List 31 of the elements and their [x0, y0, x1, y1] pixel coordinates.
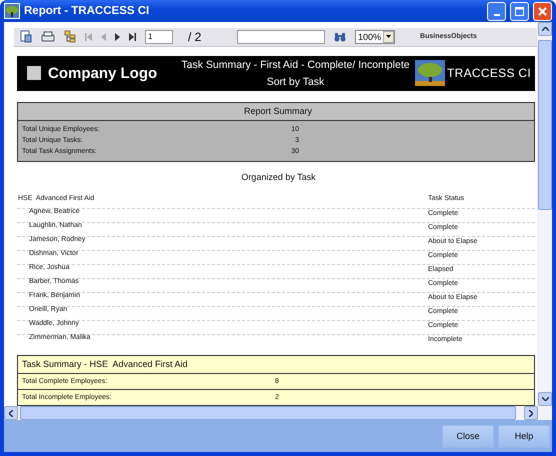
zoom-dropdown[interactable]: 100% — [355, 30, 396, 44]
binoculars-icon[interactable] — [334, 32, 346, 42]
vertical-scrollbar[interactable] — [537, 22, 552, 406]
maximize-icon — [515, 6, 524, 16]
close-button[interactable] — [533, 2, 552, 20]
window-title: Report - TRACCESS CI — [24, 5, 150, 17]
tree-photo — [415, 60, 446, 86]
logo-placeholder-icon — [27, 66, 41, 80]
search-field[interactable] — [237, 30, 325, 44]
app-icon — [4, 3, 20, 19]
brand-name: TRACCESS CI — [447, 66, 531, 80]
dialog-button[interactable]: Close — [442, 424, 494, 448]
close-icon — [538, 6, 547, 16]
page-total: / 2 — [188, 30, 202, 44]
printer-icon[interactable] — [41, 30, 55, 43]
page-number-field[interactable]: 1 — [145, 30, 173, 44]
report-subtitle: Sort by Task — [266, 76, 324, 88]
caret-icon — [386, 35, 392, 38]
export-icon[interactable] — [20, 30, 32, 44]
scrollbar-thumb[interactable] — [538, 40, 552, 210]
section-title: Organized by Task — [240, 172, 317, 182]
tree-icon[interactable] — [64, 30, 76, 44]
next-page-icon[interactable] — [115, 32, 120, 41]
company-logo-text: Company Logo — [48, 64, 158, 82]
maximize-button[interactable] — [510, 2, 529, 20]
minimize-icon — [494, 14, 500, 16]
dialog-button[interactable]: Help — [498, 424, 550, 448]
report-title: Task Summary - First Aid - Complete/ Incomplete — [181, 58, 410, 71]
last-page-icon[interactable] — [129, 32, 136, 41]
report-summary-title: Report Summary — [18, 103, 534, 121]
minimize-button[interactable] — [487, 2, 506, 20]
